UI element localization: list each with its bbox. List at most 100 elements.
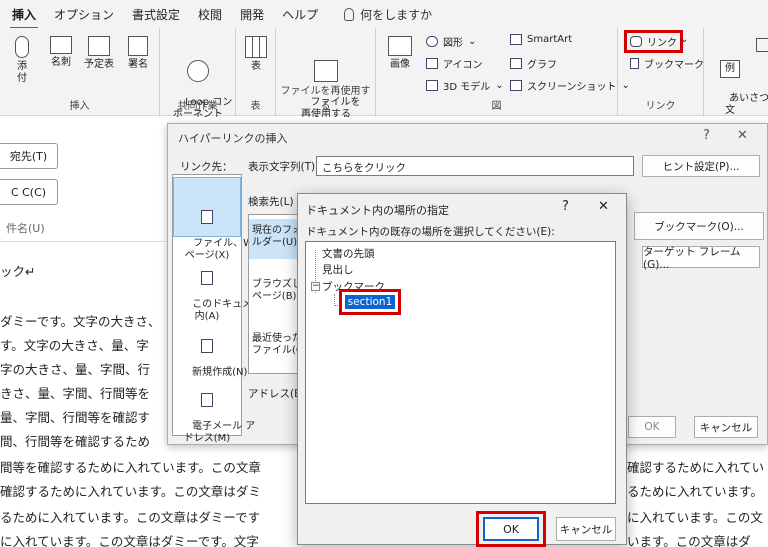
lightbulb-icon — [344, 7, 355, 21]
group-collab-label: 共同作業 — [177, 101, 218, 112]
group-greeting: 例 あいさつ 文 — [704, 28, 768, 116]
loop-icon — [187, 60, 209, 82]
sidebar-item-this-document[interactable]: このドキュメント 内(A) — [173, 247, 272, 322]
reuse-files-icon — [314, 60, 338, 82]
attach-label: 添 付 — [17, 61, 27, 84]
help-icon[interactable]: ? — [562, 199, 569, 214]
group-reuse-label: ファイルを再使用する — [280, 86, 371, 112]
browse-list: 現在のフォ ルダー(U) ブラウズした ページ(B) 最近使った ファイル(C) — [248, 214, 312, 374]
tab-format[interactable]: 書式設定 — [130, 6, 182, 23]
sidebar-item-email[interactable]: 電子メール ア ドレス(M) — [173, 369, 255, 444]
more-icon — [756, 38, 768, 52]
group-illustrations: 画像 図形 ⌄ アイコン 3D モデル ⌄ SmartArt グラフ スクリーンショ… — [376, 28, 630, 116]
calendar-button[interactable]: 予定表 — [80, 36, 118, 71]
body-line-right[interactable]: 確認するために入れてい — [627, 457, 768, 476]
group-insert: 添 付 名刺 予定表 署名 挿入 — [0, 28, 160, 116]
subject-divider — [0, 241, 168, 242]
subject-label: 件名(U) — [6, 222, 45, 235]
tree-item-section1[interactable]: section1 — [343, 294, 397, 310]
subdialog-ok-button[interactable]: OK — [483, 517, 539, 541]
subdialog-title: ドキュメント内の場所の指定 — [306, 204, 449, 217]
document-icon — [201, 271, 213, 285]
bookmark-dialog-button[interactable]: ブックマーク(O)... — [634, 212, 764, 240]
calendar-label: 予定表 — [84, 59, 114, 70]
tab-developer[interactable]: 開発 — [238, 6, 266, 23]
body-line-right[interactable]: に入れています。この文 — [627, 507, 768, 526]
screenshot-label: スクリーンショット — [527, 82, 617, 93]
group-links-label: リンク — [645, 101, 676, 112]
image-button[interactable]: 画像 — [384, 36, 416, 71]
chart-button[interactable]: グラフ — [510, 56, 557, 71]
tree-item-headings[interactable]: 見出し — [322, 262, 354, 277]
bookmark-ribbon-button[interactable]: ブックマーク — [630, 56, 704, 71]
icons-button[interactable]: アイコン — [426, 56, 483, 71]
icons-label: アイコン — [443, 60, 483, 71]
link-icon — [630, 36, 642, 47]
subdialog-cancel-button[interactable]: キャンセル — [556, 517, 616, 541]
cc-button[interactable]: C C(C) — [0, 179, 58, 205]
signature-icon — [128, 36, 148, 56]
body-line-right[interactable]: います。この文章はダ — [627, 531, 768, 547]
screen-tip-button[interactable]: ヒント設定(P)... — [642, 155, 760, 177]
chart-icon — [510, 58, 522, 69]
chevron-down-icon: ⌄ — [468, 36, 477, 47]
group-illustrations-label: 図 — [491, 101, 502, 112]
link-dropdown-icon[interactable]: ⌄ — [680, 34, 688, 45]
new-document-icon — [201, 339, 213, 353]
tab-insert[interactable]: 挿入 — [10, 6, 39, 30]
sidebar-item-new-document[interactable]: 新規作成(N) — [173, 315, 247, 378]
screenshot-icon — [510, 80, 522, 91]
chevron-down-icon: ⌄ — [495, 80, 504, 91]
search-in-label: 検索先(L) — [248, 196, 294, 208]
link-label: リンク — [647, 38, 677, 49]
close-icon[interactable]: ✕ — [737, 128, 748, 143]
display-text-label: 表示文字列(T): — [248, 161, 319, 173]
signature-label: 署名 — [128, 59, 148, 70]
dialog-ok-button[interactable]: OK — [628, 416, 676, 438]
image-label: 画像 — [390, 59, 410, 70]
attach-button[interactable]: 添 付 — [8, 36, 36, 85]
list-item-current-folder[interactable]: 現在のフォ ルダー(U) — [249, 219, 297, 259]
body-line-right[interactable]: るために入れています。 — [627, 481, 768, 500]
shapes-button[interactable]: 図形 ⌄ — [426, 34, 476, 49]
3d-models-button[interactable]: 3D モデル ⌄ — [426, 78, 504, 93]
sidebar-item-file-web[interactable]: ファイル、Web ページ(X) — [173, 177, 265, 261]
help-icon[interactable]: ? — [703, 128, 710, 143]
table-button[interactable]: 表 — [242, 36, 270, 73]
greeting-button[interactable]: 例 あいさつ 文 — [710, 36, 768, 129]
target-frame-button[interactable]: ターゲット フレーム(G)... — [642, 246, 760, 271]
smartart-icon — [510, 34, 522, 45]
display-text-input[interactable]: こちらをクリック — [316, 156, 634, 176]
tab-options[interactable]: オプション — [52, 6, 116, 23]
sample-icon: 例 — [720, 60, 740, 78]
3d-models-label: 3D モデル — [443, 82, 491, 93]
smartart-button[interactable]: SmartArt — [510, 34, 572, 45]
link-button[interactable]: リンク — [624, 30, 683, 53]
bookmark-ribbon-label: ブックマーク — [644, 60, 704, 71]
tree-item-document-top[interactable]: 文書の先頭 — [322, 246, 375, 261]
business-card-label: 名刺 — [51, 57, 71, 68]
tab-review[interactable]: 校閲 — [196, 6, 224, 23]
screenshot-button[interactable]: スクリーンショット ⌄ — [510, 78, 630, 93]
tell-me-text: 何をしますか — [360, 7, 433, 22]
shapes-label: 図形 — [443, 38, 463, 49]
select-place-dialog: ドキュメント内の場所の指定 ? ✕ ドキュメント内の既存の場所を選択してください… — [297, 193, 627, 547]
group-links: リンク ⌄ ブックマーク リンク — [618, 28, 704, 116]
tell-me-search[interactable]: 何をしますか — [344, 6, 432, 23]
signature-button[interactable]: 署名 — [122, 36, 154, 71]
close-icon[interactable]: ✕ — [598, 199, 609, 214]
shapes-icon — [426, 36, 438, 47]
location-tree: 文書の先頭 見出し − ブックマーク section1 — [305, 241, 616, 504]
dialog-cancel-button[interactable]: キャンセル — [694, 416, 758, 438]
collapse-icon[interactable]: − — [311, 282, 320, 291]
subdialog-prompt: ドキュメント内の既存の場所を選択してください(E): — [306, 226, 555, 238]
to-button[interactable]: 宛先(T) — [0, 143, 58, 169]
3d-model-icon — [426, 80, 438, 91]
group-collab: Loop コン ポーネント 共同作業 — [160, 28, 236, 120]
sidebar-item-label: 電子メール ア ドレス(M) — [183, 421, 256, 444]
table-icon — [245, 36, 267, 58]
tab-help[interactable]: ヘルプ — [280, 6, 320, 23]
business-card-button[interactable]: 名刺 — [46, 36, 76, 69]
group-table: 表 表 — [236, 28, 276, 116]
group-insert-label: 挿入 — [69, 101, 90, 112]
